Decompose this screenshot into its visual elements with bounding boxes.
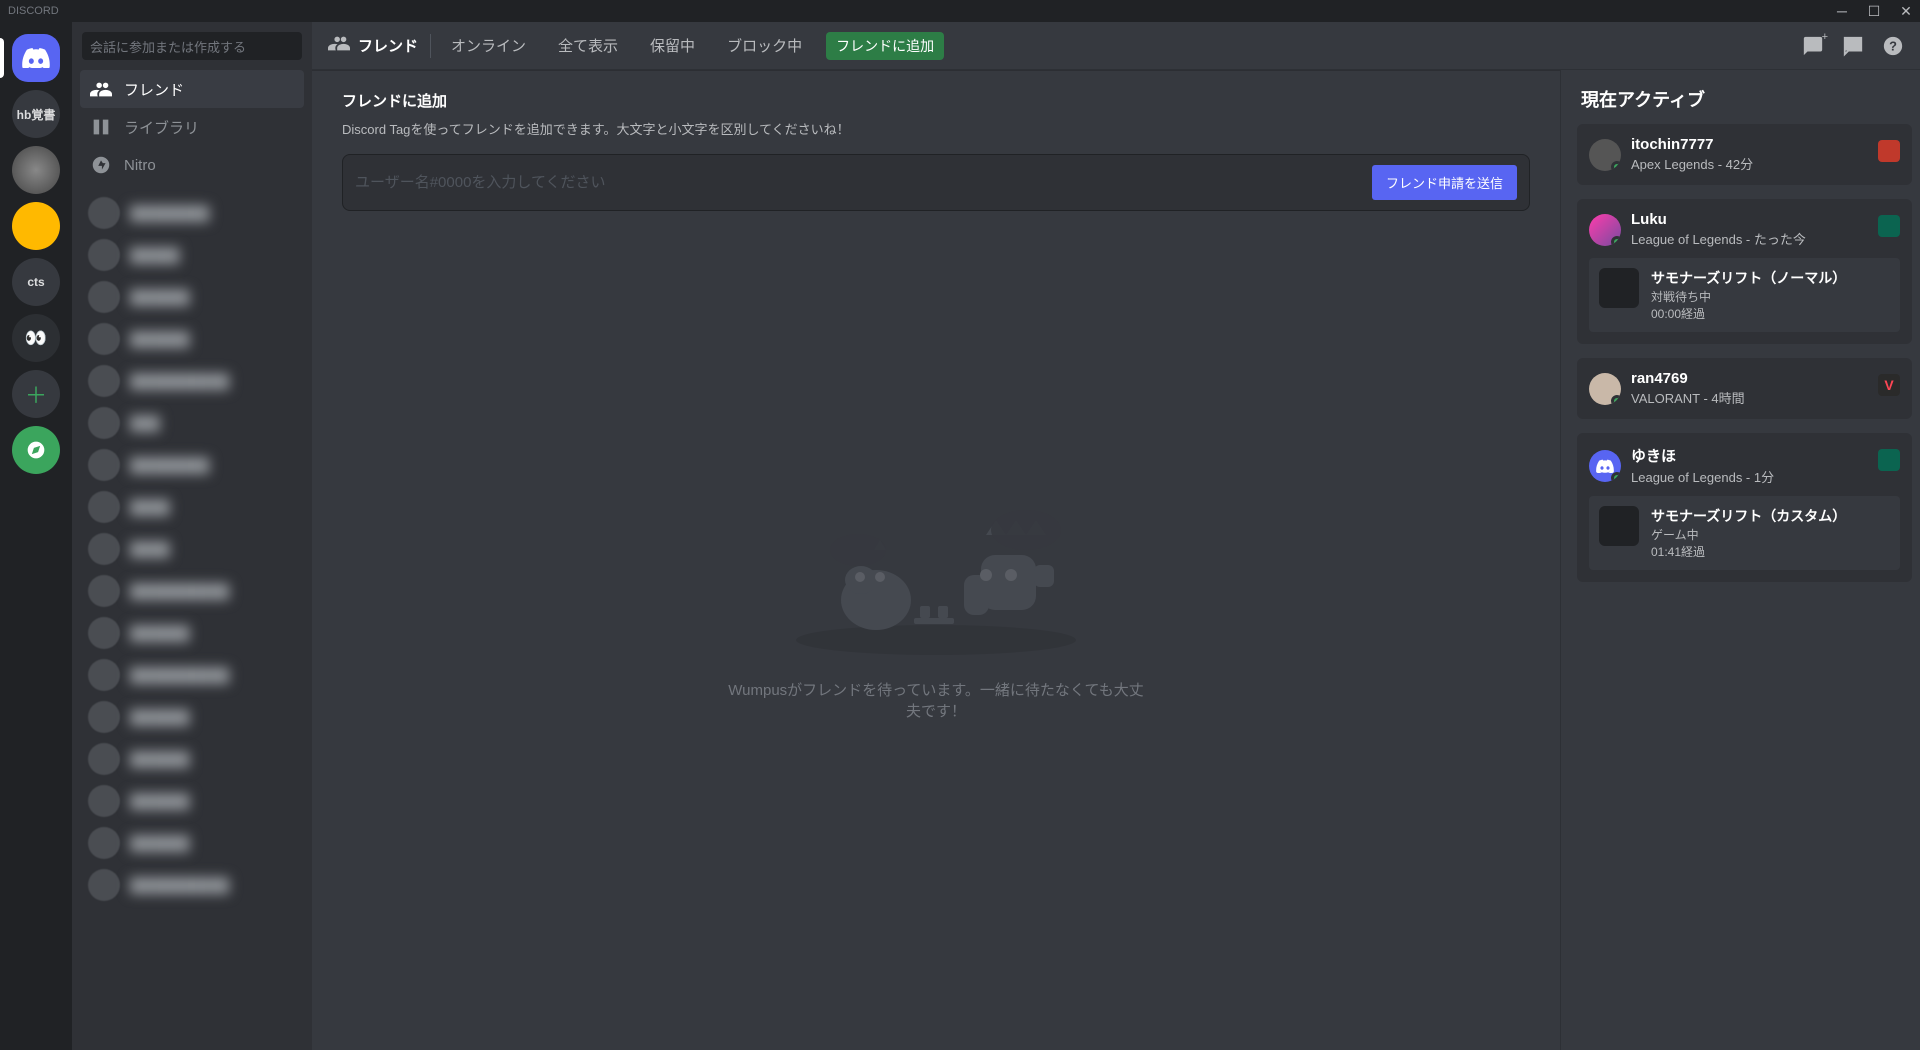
activity-details: サモナーズリフト（カスタム） ゲーム中 01:41経過 xyxy=(1589,496,1900,570)
avatar xyxy=(1589,373,1621,405)
activity-user: itochin7777 xyxy=(1631,136,1868,153)
dm-item[interactable]: ██████ xyxy=(80,276,304,318)
empty-text: Wumpusがフレンドを待っています。一緒に待たなくても大丈夫です！ xyxy=(726,680,1146,722)
dm-item[interactable]: ██████ xyxy=(80,696,304,738)
nav-friends[interactable]: フレンド xyxy=(80,70,304,108)
tab-pending[interactable]: 保留中 xyxy=(642,31,703,60)
new-group-dm-icon[interactable]: + xyxy=(1802,35,1824,57)
avatar xyxy=(1589,450,1621,482)
dm-item[interactable]: ██████████ xyxy=(80,570,304,612)
add-server-button[interactable]: ＋ xyxy=(12,370,60,418)
dm-item[interactable]: ██████████ xyxy=(80,360,304,402)
nav-label: フレンド xyxy=(124,79,184,100)
help-icon[interactable]: ? xyxy=(1882,35,1904,57)
activity-game: Apex Legends - 42分 xyxy=(1631,154,1868,173)
titlebar: DISCORD ─ ☐ ✕ xyxy=(0,0,1920,22)
valorant-icon: V xyxy=(1878,374,1900,396)
friend-tabs: オンライン 全て表示 保留中 ブロック中 フレンドに追加 xyxy=(443,31,944,60)
topbar: フレンド オンライン 全て表示 保留中 ブロック中 フレンドに追加 + ? xyxy=(312,22,1920,70)
tab-blocked[interactable]: ブロック中 xyxy=(719,31,810,60)
dm-item[interactable]: ███ xyxy=(80,402,304,444)
activity-game: League of Legends - たった今 xyxy=(1631,229,1868,248)
add-friend-input-row: フレンド申請を送信 xyxy=(342,154,1530,211)
add-friend-input[interactable] xyxy=(355,174,1372,191)
tab-all[interactable]: 全て表示 xyxy=(550,31,626,60)
server-item[interactable] xyxy=(12,202,60,250)
now-playing-panel: 現在アクティブ itochin7777 Apex Legends - 42分 xyxy=(1560,70,1920,1050)
lol-icon xyxy=(1878,215,1900,237)
activity-game: League of Legends - 1分 xyxy=(1631,467,1868,486)
friends-icon xyxy=(90,78,112,100)
activity-game: VALORANT - 4時間 xyxy=(1631,388,1868,407)
nav-label: Nitro xyxy=(124,157,156,174)
avatar xyxy=(1589,214,1621,246)
discord-logo-icon xyxy=(22,48,50,68)
home-button[interactable] xyxy=(12,34,60,82)
activity-details: サモナーズリフト（ノーマル） 対戦待ち中 00:00経過 xyxy=(1589,258,1900,332)
activity-card[interactable]: Luku League of Legends - たった今 サモナーズリフト（ノ… xyxy=(1577,199,1912,344)
lol-icon xyxy=(1878,449,1900,471)
dm-item[interactable]: ██████ xyxy=(80,822,304,864)
dm-item[interactable]: ██████████ xyxy=(80,654,304,696)
activity-user: ran4769 xyxy=(1631,370,1868,387)
inbox-icon[interactable] xyxy=(1842,35,1864,57)
server-item[interactable]: cts xyxy=(12,258,60,306)
tab-add-friend[interactable]: フレンドに追加 xyxy=(826,32,944,60)
window-minimize-button[interactable]: ─ xyxy=(1828,0,1856,22)
dm-item[interactable]: ████████ xyxy=(80,444,304,486)
server-item[interactable]: 👀 xyxy=(12,314,60,362)
dm-item[interactable]: ██████ xyxy=(80,738,304,780)
nav-nitro[interactable]: Nitro xyxy=(80,146,304,184)
dm-item[interactable]: ████████ xyxy=(80,192,304,234)
send-friend-request-button[interactable]: フレンド申請を送信 xyxy=(1372,165,1517,200)
add-friend-desc: Discord Tagを使ってフレンドを追加できます。大文字と小文字を区別してく… xyxy=(342,119,1530,138)
activity-art xyxy=(1599,268,1639,308)
activity-art xyxy=(1599,506,1639,546)
add-friend-title: フレンドに追加 xyxy=(342,90,1530,111)
dm-item[interactable]: ████ xyxy=(80,528,304,570)
dm-item[interactable]: █████ xyxy=(80,234,304,276)
svg-text:?: ? xyxy=(1889,38,1897,53)
activity-card[interactable]: ran4769 VALORANT - 4時間 V xyxy=(1577,358,1912,419)
activity-card[interactable]: ゆきほ League of Legends - 1分 サモナーズリフト（カスタム… xyxy=(1577,433,1912,582)
activity-user: ゆきほ xyxy=(1631,445,1868,466)
avatar xyxy=(1589,139,1621,171)
activity-user: Luku xyxy=(1631,211,1868,228)
compass-icon xyxy=(26,440,46,460)
window-maximize-button[interactable]: ☐ xyxy=(1860,0,1888,22)
tab-online[interactable]: オンライン xyxy=(443,31,534,60)
divider xyxy=(430,34,431,58)
friends-icon xyxy=(328,32,350,59)
nav-label: ライブラリ xyxy=(124,117,199,138)
dm-item[interactable]: ████ xyxy=(80,486,304,528)
window-title: DISCORD xyxy=(8,5,59,17)
dm-list[interactable]: ████████ █████ ██████ ██████ ██████████ … xyxy=(72,184,312,1050)
empty-state: Wumpusがフレンドを待っています。一緒に待たなくても大丈夫です！ xyxy=(342,211,1530,1050)
server-list: hb覚書 cts 👀 ＋ xyxy=(0,22,72,1050)
dm-sidebar: 会話に参加または作成する フレンド ライブラリ Nitro ████████ █… xyxy=(72,22,312,1050)
nav-library[interactable]: ライブラリ xyxy=(80,108,304,146)
library-icon xyxy=(90,116,112,138)
explore-button[interactable] xyxy=(12,426,60,474)
server-item[interactable]: hb覚書 xyxy=(12,90,60,138)
find-conversation-input[interactable]: 会話に参加または作成する xyxy=(82,32,302,60)
main-panel: フレンド オンライン 全て表示 保留中 ブロック中 フレンドに追加 + ? フレ… xyxy=(312,22,1920,1050)
topbar-title: フレンド xyxy=(358,35,418,56)
apex-icon xyxy=(1878,140,1900,162)
wumpus-illustration xyxy=(786,480,1086,660)
dm-item[interactable]: ██████ xyxy=(80,780,304,822)
nitro-icon xyxy=(90,154,112,176)
dm-item[interactable]: ██████████ xyxy=(80,864,304,906)
activity-card[interactable]: itochin7777 Apex Legends - 42分 xyxy=(1577,124,1912,185)
dm-item[interactable]: ██████ xyxy=(80,612,304,654)
dm-item[interactable]: ██████ xyxy=(80,318,304,360)
now-playing-title: 現在アクティブ xyxy=(1581,86,1912,112)
selection-pill xyxy=(0,38,4,78)
add-friend-panel: フレンドに追加 Discord Tagを使ってフレンドを追加できます。大文字と小… xyxy=(312,70,1560,1050)
window-close-button[interactable]: ✕ xyxy=(1892,0,1920,22)
server-item[interactable] xyxy=(12,146,60,194)
